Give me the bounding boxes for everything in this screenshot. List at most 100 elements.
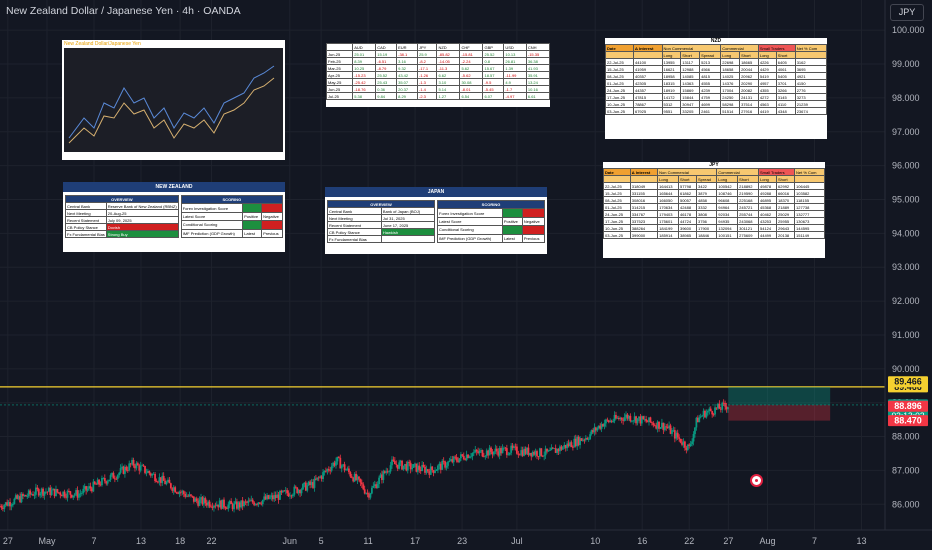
- cot-cell: 3422: [695, 182, 718, 190]
- cot-subheader: Long: [716, 175, 739, 183]
- table-row: 17-Jun-25 337523 175601 44724 3756 94935 24306…: [603, 217, 825, 225]
- candle-body: [711, 411, 714, 415]
- candle-body: [606, 419, 609, 421]
- cot-cell: 103582: [794, 189, 825, 197]
- candle-body: [712, 414, 715, 416]
- candle-body: [174, 487, 177, 493]
- candle-body: [195, 498, 198, 502]
- cot-cell: 49878: [757, 182, 778, 190]
- cot-cell: 15844: [680, 93, 701, 101]
- candle-body: [507, 454, 510, 456]
- overlay-nzd-cot-table[interactable]: NZD Date Δ Interest Non Commercial Commerci…: [605, 38, 827, 139]
- matrix-cell: 26.81: [503, 57, 527, 65]
- candle-body: [227, 504, 230, 509]
- cot-cell: 92034: [716, 210, 739, 218]
- matrix-cell: -2.3: [416, 92, 438, 100]
- candle-body: [714, 407, 716, 415]
- cot-cell: 01-Jul-25: [603, 203, 631, 211]
- cot-cell: 3701: [775, 79, 796, 87]
- candle-body: [168, 479, 171, 484]
- candle-body: [359, 478, 362, 483]
- cot-cell: 44499: [757, 231, 778, 239]
- matrix-header: GBP: [482, 43, 505, 51]
- record-icon[interactable]: [750, 474, 763, 487]
- cot-cell: 100542: [716, 182, 739, 190]
- candle-body: [294, 486, 297, 488]
- candle-body: [148, 471, 151, 474]
- cot-cell: 106445: [794, 182, 825, 190]
- cot-cell: 301121: [737, 224, 759, 232]
- cot-cell: 62992: [776, 182, 796, 190]
- matrix-cell: -9.5: [482, 78, 505, 86]
- cot-header: Date: [605, 44, 634, 52]
- candle-body: [698, 417, 701, 423]
- cot-cell: 24131: [739, 93, 759, 101]
- matrix-cell: Feb-25: [326, 57, 354, 65]
- candle-body: [136, 463, 139, 466]
- cot-cell: 20044: [739, 65, 759, 73]
- table-row: Jun-25 25.01 15.19 -38.1 25.9 -85.82 -15.81 25.…: [326, 50, 550, 58]
- matrix-cell: -15.81: [459, 50, 484, 58]
- table-row: IMF Prediction (GDP Growth) Latest Previou…: [180, 228, 283, 239]
- x-tick-label: 27: [3, 536, 13, 546]
- overlay-jpy-cot-table[interactable]: JPY Date Δ Interest Non Commercial Commerci…: [603, 162, 825, 258]
- cot-cell: 14376: [720, 79, 741, 87]
- panel-header: SCORING: [437, 199, 545, 210]
- cot-subheader: Short: [737, 175, 759, 183]
- cot-cell: 46895: [757, 196, 778, 204]
- cot-cell: 20962: [739, 72, 759, 80]
- cot-cell: 100151: [716, 231, 739, 239]
- candle-body: [93, 481, 96, 484]
- cot-cell: 24-Jun-25: [603, 210, 631, 218]
- cot-cell: 22-Jul-25: [605, 58, 634, 66]
- candle-body: [144, 465, 146, 473]
- x-tick-label: 13: [136, 536, 146, 546]
- panel-key: Fx Fundamental Bias: [327, 235, 382, 243]
- y-tick-label: 88.000: [892, 432, 920, 442]
- cot-cell: 4566: [699, 65, 722, 73]
- cot-header: Net % Com: [794, 44, 827, 52]
- matrix-cell: 4.9: [503, 78, 527, 86]
- y-tick-label: 90.000: [892, 364, 920, 374]
- candle-body: [454, 456, 457, 458]
- overlay-currency-matrix[interactable]: AUD CAD EUR JPY NZD CHF GBP USD CNH Jun-25 25.01 15…: [326, 43, 550, 107]
- candle-body: [412, 464, 415, 468]
- candle-body: [0, 506, 3, 508]
- cot-cell: 166050: [657, 196, 679, 204]
- price-label-text: 88.470: [894, 416, 922, 426]
- overlay-nz-panel[interactable]: NEW ZEALAND OVERVIEW Central Bank Reserve …: [63, 182, 285, 252]
- candle-body: [389, 465, 392, 472]
- y-tick-label: 100.000: [892, 25, 925, 35]
- cot-subheader: Short: [680, 51, 701, 59]
- cot-cell: 2461: [699, 107, 722, 115]
- nz-scoring: SCORING Forex Investigation Score Latest S…: [180, 194, 284, 239]
- cot-cell: 54124: [757, 224, 778, 232]
- matrix-cell: -8.2: [416, 57, 438, 65]
- candle-body: [155, 481, 158, 482]
- cot-cell: 51514: [720, 107, 741, 115]
- candle-body: [145, 472, 148, 474]
- currency-button[interactable]: JPY: [890, 4, 924, 21]
- candle-body: [431, 466, 434, 471]
- candle-body: [536, 451, 538, 457]
- candle-body: [490, 447, 492, 452]
- cot-cell: 94935: [716, 217, 739, 225]
- cot-cell: 118155: [794, 196, 825, 204]
- panel-value: Jul 31, 2025: [380, 214, 436, 222]
- cot-cell: 6405: [775, 58, 796, 66]
- candle-body: [293, 486, 296, 495]
- cot-cell: 17-Jun-25: [603, 217, 631, 225]
- cot-subheader: [632, 51, 663, 59]
- overlay-jp-panel[interactable]: JAPAN OVERVIEW Central Bank Bank of Japan …: [325, 187, 547, 254]
- candle-body: [132, 459, 135, 466]
- candle-body: [119, 468, 122, 473]
- cot-cell: 17900: [695, 224, 718, 232]
- x-tick-label: Jun: [283, 536, 298, 546]
- position-stop-zone: [728, 404, 831, 421]
- cot-cell: 33205: [680, 107, 701, 115]
- candle-body: [679, 438, 682, 443]
- candle-body: [343, 464, 346, 471]
- candle-body: [470, 456, 472, 458]
- x-tick-label: 18: [175, 536, 185, 546]
- overlay-line-chart[interactable]: New Zealand Dollar/Japanese Yen: [62, 40, 285, 160]
